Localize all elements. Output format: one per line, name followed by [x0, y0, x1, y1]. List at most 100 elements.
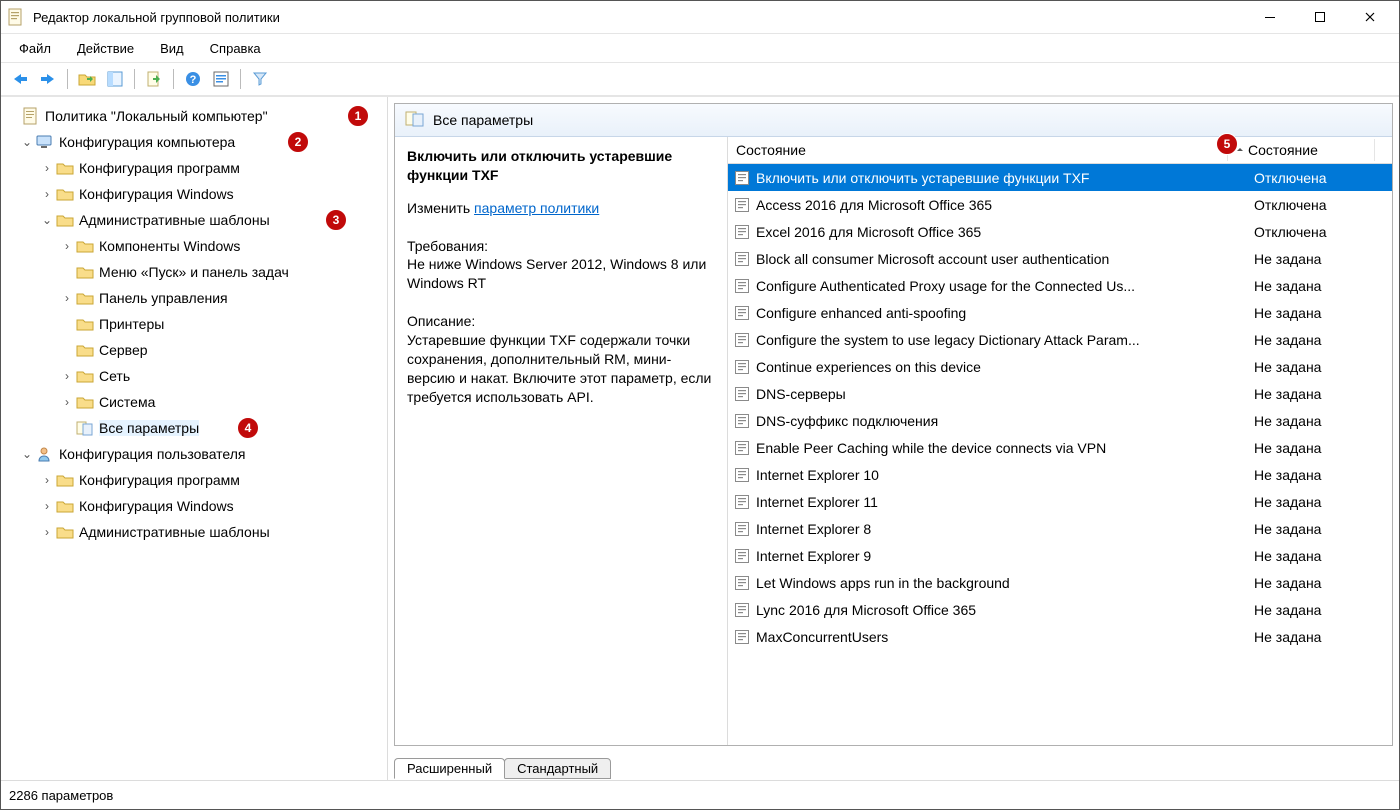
tree-item[interactable]: ›Конфигурация программ — [5, 467, 383, 493]
tree-label: Система — [99, 394, 155, 410]
list-row[interactable]: DNS-суффикс подключенияНе задана — [728, 407, 1392, 434]
properties-button[interactable] — [208, 66, 234, 92]
forward-button[interactable] — [35, 66, 61, 92]
row-name: Internet Explorer 11 — [756, 494, 1254, 510]
list-row[interactable]: Internet Explorer 11Не задана — [728, 488, 1392, 515]
tree-item[interactable]: ›Конфигурация Windows — [5, 181, 383, 207]
tree-label: Принтеры — [99, 316, 164, 332]
minimize-button[interactable] — [1247, 3, 1293, 31]
tree-root[interactable]: Политика "Локальный компьютер" 1 — [5, 103, 383, 129]
list-row[interactable]: Configure Authenticated Proxy usage for … — [728, 272, 1392, 299]
window-title: Редактор локальной групповой политики — [33, 10, 1247, 25]
expand-twisty[interactable]: › — [39, 160, 55, 176]
row-name: Block all consumer Microsoft account use… — [756, 251, 1254, 267]
up-button[interactable] — [74, 66, 100, 92]
expand-twisty[interactable]: › — [59, 290, 75, 306]
nav-tree[interactable]: Политика "Локальный компьютер" 1 ⌄ Конфи… — [1, 97, 388, 780]
requirements-label: Требования: — [407, 237, 715, 256]
tree-user-config[interactable]: ⌄ Конфигурация пользователя — [5, 441, 383, 467]
expand-twisty[interactable]: › — [39, 472, 55, 488]
edit-policy-link[interactable]: параметр политики — [474, 200, 599, 216]
list-row[interactable]: Internet Explorer 8Не задана — [728, 515, 1392, 542]
expand-twisty[interactable]: › — [59, 394, 75, 410]
row-name: Configure the system to use legacy Dicti… — [756, 332, 1254, 348]
svg-text:?: ? — [190, 74, 197, 86]
tree-item[interactable]: Меню «Пуск» и панель задач — [5, 259, 383, 285]
folder-icon — [55, 523, 75, 541]
description-label: Описание: — [407, 312, 715, 331]
collapse-twisty[interactable]: ⌄ — [19, 134, 35, 150]
list-row[interactable]: Lync 2016 для Microsoft Office 365Не зад… — [728, 596, 1392, 623]
expand-twisty[interactable]: › — [59, 238, 75, 254]
list-row[interactable]: Excel 2016 для Microsoft Office 365Отклю… — [728, 218, 1392, 245]
export-button[interactable] — [141, 66, 167, 92]
list-header[interactable]: Состояние Состояние — [728, 137, 1392, 164]
tree-item[interactable]: › Система — [5, 389, 383, 415]
folder-icon — [55, 159, 75, 177]
tree-item[interactable]: Принтеры — [5, 311, 383, 337]
expand-twisty[interactable]: › — [39, 186, 55, 202]
list-row[interactable]: Включить или отключить устаревшие функци… — [728, 164, 1392, 191]
row-state: Не задана — [1254, 575, 1392, 591]
settings-group-icon — [405, 110, 427, 130]
tree-item[interactable]: › Панель управления — [5, 285, 383, 311]
menu-view[interactable]: Вид — [148, 37, 196, 60]
list-row[interactable]: Continue experiences on this deviceНе за… — [728, 353, 1392, 380]
back-button[interactable] — [7, 66, 33, 92]
list-row[interactable]: Internet Explorer 9Не задана — [728, 542, 1392, 569]
row-name: DNS-серверы — [756, 386, 1254, 402]
menu-action[interactable]: Действие — [65, 37, 146, 60]
tree-admin-templates[interactable]: ⌄ Административные шаблоны 3 — [5, 207, 383, 233]
tab-standard[interactable]: Стандартный — [504, 758, 611, 779]
settings-list[interactable]: Включить или отключить устаревшие функци… — [728, 164, 1392, 745]
list-row[interactable]: DNS-серверыНе задана — [728, 380, 1392, 407]
help-button[interactable]: ? — [180, 66, 206, 92]
row-state: Отключена — [1254, 170, 1392, 186]
list-row[interactable]: Configure enhanced anti-spoofingНе задан… — [728, 299, 1392, 326]
tree-label: Панель управления — [99, 290, 228, 306]
expand-twisty[interactable]: › — [39, 498, 55, 514]
tree-computer-config[interactable]: ⌄ Конфигурация компьютера 2 — [5, 129, 383, 155]
description-text: Устаревшие функции TXF содержали точки с… — [407, 331, 715, 407]
blank-twisty — [5, 108, 21, 124]
menu-help[interactable]: Справка — [198, 37, 273, 60]
show-hide-tree-button[interactable] — [102, 66, 128, 92]
row-name: Lync 2016 для Microsoft Office 365 — [756, 602, 1254, 618]
list-row[interactable]: Configure the system to use legacy Dicti… — [728, 326, 1392, 353]
tree-item[interactable]: ›Компоненты Windows — [5, 233, 383, 259]
tree-label: Конфигурация компьютера — [59, 134, 235, 150]
tab-extended[interactable]: Расширенный — [394, 758, 505, 779]
list-row[interactable]: Internet Explorer 10Не задана — [728, 461, 1392, 488]
setting-icon — [732, 466, 752, 484]
expand-twisty[interactable]: › — [59, 368, 75, 384]
maximize-button[interactable] — [1297, 3, 1343, 31]
app-icon — [7, 8, 25, 26]
column-name[interactable]: Состояние — [728, 139, 1228, 161]
setting-icon — [732, 358, 752, 376]
tree-item[interactable]: ›Конфигурация программ — [5, 155, 383, 181]
tree-item[interactable]: Сервер — [5, 337, 383, 363]
list-row[interactable]: Enable Peer Caching while the device con… — [728, 434, 1392, 461]
row-state: Не задана — [1254, 386, 1392, 402]
filter-button[interactable] — [247, 66, 273, 92]
setting-icon — [732, 169, 752, 187]
setting-title: Включить или отключить устаревшие функци… — [407, 147, 715, 185]
setting-icon — [732, 574, 752, 592]
toolbar-sep — [173, 69, 174, 89]
list-row[interactable]: Block all consumer Microsoft account use… — [728, 245, 1392, 272]
column-state[interactable]: Состояние — [1228, 139, 1375, 161]
close-button[interactable] — [1347, 3, 1393, 31]
tree-item[interactable]: ›Конфигурация Windows — [5, 493, 383, 519]
tree-item[interactable]: › Сеть — [5, 363, 383, 389]
list-row[interactable]: Let Windows apps run in the backgroundНе… — [728, 569, 1392, 596]
tree-label: Сеть — [99, 368, 130, 384]
menu-file[interactable]: Файл — [7, 37, 63, 60]
tree-item[interactable]: ›Административные шаблоны — [5, 519, 383, 545]
collapse-twisty[interactable]: ⌄ — [19, 446, 35, 462]
annotation-badge-2: 2 — [287, 131, 309, 153]
list-row[interactable]: MaxConcurrentUsersНе задана — [728, 623, 1392, 650]
tree-all-settings[interactable]: Все параметры4 — [5, 415, 383, 441]
collapse-twisty[interactable]: ⌄ — [39, 212, 55, 228]
expand-twisty[interactable]: › — [39, 524, 55, 540]
list-row[interactable]: Access 2016 для Microsoft Office 365Откл… — [728, 191, 1392, 218]
